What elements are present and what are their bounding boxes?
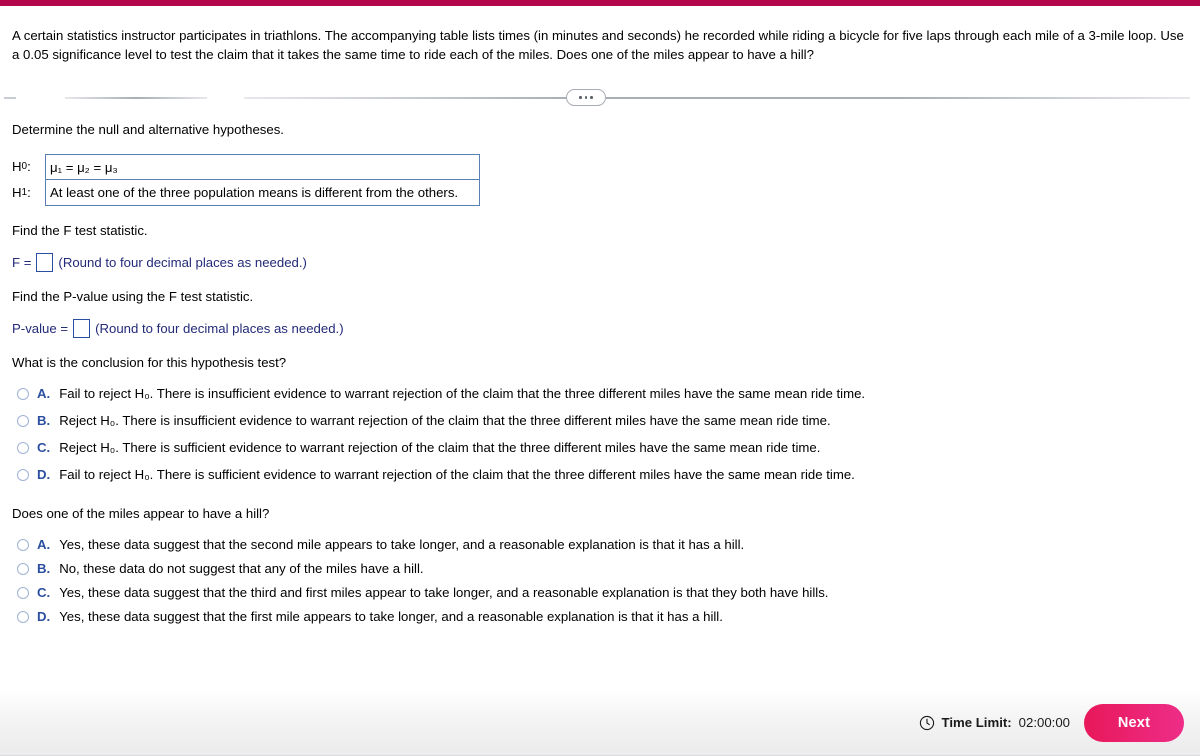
- more-options-button[interactable]: [566, 89, 606, 106]
- radio-icon[interactable]: [17, 611, 29, 623]
- hypotheses-prompt: Determine the null and alternative hypot…: [12, 122, 284, 137]
- top-accent-bar: [0, 0, 1200, 6]
- section-divider: [0, 89, 1200, 109]
- hill-question-prompt: Does one of the miles appear to have a h…: [12, 506, 270, 521]
- hypotheses-block: H0: μ₁ = μ₂ = μ₃ H1: At least one of the…: [12, 154, 480, 206]
- clock-icon: [919, 715, 934, 730]
- conclusion-option-b[interactable]: B. Reject H₀. There is insufficient evid…: [12, 413, 1188, 428]
- option-text: Yes, these data suggest that the third a…: [59, 585, 829, 600]
- conclusion-option-d[interactable]: D. Fail to reject H₀. There is sufficien…: [12, 467, 1188, 482]
- null-hypothesis-label: H0:: [12, 154, 45, 180]
- dot-icon: [584, 96, 588, 99]
- hill-question-options: A. Yes, these data suggest that the seco…: [12, 537, 1188, 624]
- p-value-input[interactable]: [73, 319, 91, 338]
- option-text: Yes, these data suggest that the second …: [59, 537, 745, 552]
- alt-hypothesis-row: H1: At least one of the three population…: [12, 180, 480, 206]
- option-text: No, these data do not suggest that any o…: [59, 561, 424, 576]
- option-letter: D.: [37, 467, 51, 482]
- exercise-page: A certain statistics instructor particip…: [0, 0, 1200, 756]
- divider-segment-left: [65, 97, 207, 99]
- alt-colon: :: [27, 184, 31, 200]
- alt-hypothesis-box[interactable]: At least one of the three population mea…: [45, 180, 480, 206]
- option-text: Fail to reject H₀. There is insufficient…: [59, 386, 866, 401]
- radio-icon[interactable]: [17, 539, 29, 551]
- problem-statement: A certain statistics instructor particip…: [12, 28, 1184, 63]
- null-hypothesis-box[interactable]: μ₁ = μ₂ = μ₃: [45, 154, 480, 180]
- null-hypothesis-value: μ₁ = μ₂ = μ₃: [50, 159, 118, 175]
- p-value-answer-line: P-value = (Round to four decimal places …: [12, 319, 1188, 338]
- null-colon: :: [27, 158, 31, 174]
- alt-h: H: [12, 184, 22, 200]
- p-value-hint: (Round to four decimal places as needed.…: [95, 321, 344, 336]
- radio-icon[interactable]: [17, 442, 29, 454]
- null-h: H: [12, 158, 22, 174]
- f-statistic-answer-line: F = (Round to four decimal places as nee…: [12, 253, 1188, 272]
- exercise-content: Determine the null and alternative hypot…: [12, 122, 1188, 633]
- dot-icon: [590, 96, 593, 99]
- radio-icon[interactable]: [17, 469, 29, 481]
- dot-icon: [579, 96, 582, 99]
- p-value-lead: P-value =: [12, 321, 69, 336]
- footer-bar: Time Limit: 02:00:00 Next: [0, 688, 1200, 756]
- alt-hypothesis-label: H1:: [12, 180, 45, 206]
- conclusion-option-a[interactable]: A. Fail to reject H₀. There is insuffici…: [12, 386, 1188, 401]
- option-text: Yes, these data suggest that the first m…: [59, 609, 723, 624]
- option-letter: C.: [37, 440, 51, 455]
- time-limit-label: Time Limit:: [941, 715, 1012, 730]
- hill-option-b[interactable]: B. No, these data do not suggest that an…: [12, 561, 1188, 576]
- null-hypothesis-row: H0: μ₁ = μ₂ = μ₃: [12, 154, 480, 180]
- f-statistic-lead: F =: [12, 255, 32, 270]
- hill-option-c[interactable]: C. Yes, these data suggest that the thir…: [12, 585, 1188, 600]
- f-statistic-input[interactable]: [36, 253, 54, 272]
- next-button[interactable]: Next: [1084, 703, 1184, 742]
- footer-controls: Time Limit: 02:00:00 Next: [919, 703, 1184, 742]
- time-limit-value: 02:00:00: [1018, 715, 1070, 730]
- conclusion-prompt: What is the conclusion for this hypothes…: [12, 355, 287, 370]
- option-letter: A.: [37, 386, 51, 401]
- hill-option-d[interactable]: D. Yes, these data suggest that the firs…: [12, 609, 1188, 624]
- option-letter: D.: [37, 609, 51, 624]
- option-text: Reject H₀. There is insufficient evidenc…: [59, 413, 831, 428]
- f-statistic-hint: (Round to four decimal places as needed.…: [58, 255, 307, 270]
- option-text: Fail to reject H₀. There is sufficient e…: [59, 467, 855, 482]
- divider-dash: [4, 97, 16, 99]
- p-value-prompt: Find the P-value using the F test statis…: [12, 289, 254, 304]
- option-letter: C.: [37, 585, 51, 600]
- radio-icon[interactable]: [17, 388, 29, 400]
- f-statistic-prompt: Find the F test statistic.: [12, 223, 148, 238]
- conclusion-option-c[interactable]: C. Reject H₀. There is sufficient eviden…: [12, 440, 1188, 455]
- option-letter: B.: [37, 413, 51, 428]
- option-text: Reject H₀. There is sufficient evidence …: [59, 440, 821, 455]
- hill-option-a[interactable]: A. Yes, these data suggest that the seco…: [12, 537, 1188, 552]
- option-letter: A.: [37, 537, 51, 552]
- option-letter: B.: [37, 561, 51, 576]
- divider-segment-mid: [244, 97, 572, 99]
- radio-icon[interactable]: [17, 415, 29, 427]
- time-limit-display: Time Limit: 02:00:00: [919, 715, 1070, 731]
- conclusion-options: A. Fail to reject H₀. There is insuffici…: [12, 386, 1188, 482]
- alt-hypothesis-value: At least one of the three population mea…: [50, 185, 459, 200]
- divider-segment-right: [606, 97, 1190, 99]
- radio-icon[interactable]: [17, 563, 29, 575]
- radio-icon[interactable]: [17, 587, 29, 599]
